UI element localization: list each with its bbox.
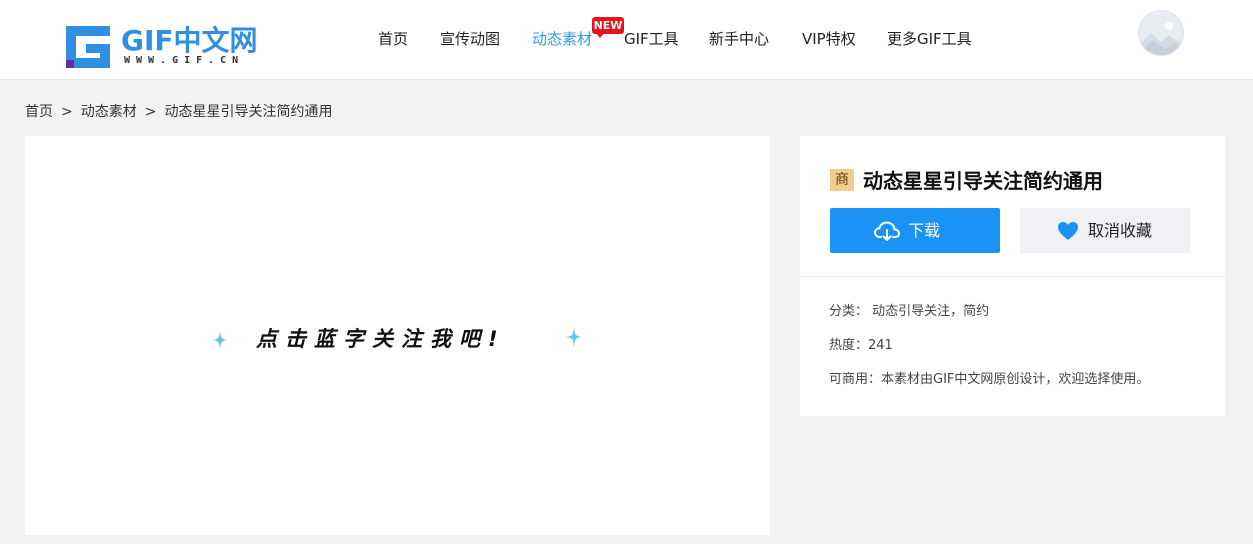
commercial-value: 本素材由GIF中文网原创设计，欢迎选择使用。 bbox=[881, 372, 1150, 387]
commercial-label: 可商用： bbox=[829, 372, 882, 387]
nav-item-home[interactable]: 首页 bbox=[378, 29, 408, 49]
user-avatar[interactable] bbox=[1138, 10, 1184, 56]
breadcrumb-home[interactable]: 首页 bbox=[25, 102, 53, 122]
sparkle-icon bbox=[213, 331, 227, 349]
cloud-download-icon bbox=[874, 221, 900, 241]
category-row: 分类： 动态引导关注，简约 bbox=[829, 303, 989, 321]
nav-item-gif-tools[interactable]: GIF工具 bbox=[624, 29, 679, 49]
heart-icon bbox=[1058, 222, 1078, 240]
preview-caption: 点击蓝字关注我吧! bbox=[256, 327, 506, 351]
breadcrumb-current: 动态星星引导关注简约通用 bbox=[164, 104, 333, 120]
detail-panel: 商 动态星星引导关注简约通用 下载 取消收藏 分类： 动态引导关注，简约 热度：… bbox=[800, 136, 1225, 416]
nav-item-beginner-center[interactable]: 新手中心 bbox=[709, 29, 769, 49]
user-avatar-icon bbox=[1139, 22, 1183, 55]
unfavorite-button[interactable]: 取消收藏 bbox=[1020, 208, 1190, 253]
unfavorite-label: 取消收藏 bbox=[1088, 221, 1153, 240]
download-button[interactable]: 下载 bbox=[830, 208, 1000, 253]
nav-item-vip[interactable]: VIP特权 bbox=[802, 29, 856, 49]
breadcrumb-dynamic-assets[interactable]: 动态素材 bbox=[81, 102, 137, 122]
asset-title: 动态星星引导关注简约通用 bbox=[863, 169, 1103, 193]
divider bbox=[800, 276, 1225, 277]
commercial-badge: 商 bbox=[830, 169, 854, 191]
top-navigation-bar: GIF中文网 WWW.GIF.CN 首页 宣传动图 动态素材 NEW GIF工具… bbox=[0, 0, 1253, 80]
gif-preview: 点击蓝字关注我吧! bbox=[25, 136, 770, 535]
new-badge: NEW bbox=[592, 17, 624, 38]
breadcrumb: 首页 > 动态素材 > 动态星星引导关注简约通用 bbox=[25, 102, 332, 122]
nav-item-dynamic-assets[interactable]: 动态素材 bbox=[532, 29, 592, 49]
category-value: 动态引导关注，简约 bbox=[872, 304, 990, 319]
breadcrumb-separator: > bbox=[144, 104, 157, 120]
main-nav: 首页 宣传动图 动态素材 NEW GIF工具 新手中心 VIP特权 更多GIF工… bbox=[0, 0, 1253, 80]
breadcrumb-separator: > bbox=[61, 104, 73, 120]
category-label: 分类： bbox=[829, 304, 869, 319]
heat-label: 热度： bbox=[829, 338, 869, 353]
nav-item-promo-gif[interactable]: 宣传动图 bbox=[440, 29, 500, 49]
heat-row: 热度：241 bbox=[829, 337, 893, 355]
heat-value: 241 bbox=[868, 338, 893, 353]
download-label: 下载 bbox=[908, 221, 941, 240]
nav-item-more-gif-tools[interactable]: 更多GIF工具 bbox=[887, 29, 972, 49]
sparkle-icon bbox=[566, 327, 582, 347]
commercial-row: 可商用：本素材由GIF中文网原创设计，欢迎选择使用。 bbox=[829, 371, 1149, 389]
